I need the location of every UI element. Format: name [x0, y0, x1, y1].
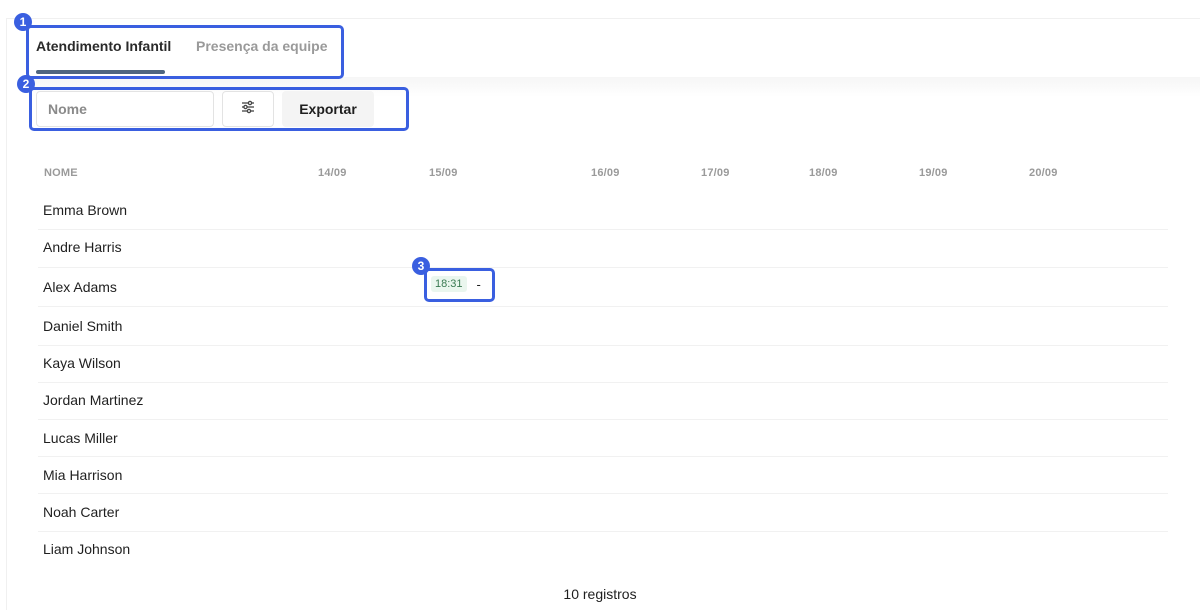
table-row-name[interactable]: Emma Brown: [43, 202, 127, 218]
row-divider: [38, 345, 1168, 346]
column-header-date: 15/09: [429, 167, 458, 179]
table-row-name[interactable]: Lucas Miller: [43, 430, 118, 446]
attendance-cell[interactable]: 18:31 -: [431, 276, 481, 292]
column-header-date: 14/09: [318, 167, 347, 179]
row-divider: [38, 229, 1168, 230]
tab-presenca-equipe[interactable]: Presença da equipe: [196, 38, 328, 54]
column-header-date: 18/09: [809, 167, 838, 179]
table-row-name[interactable]: Alex Adams: [43, 279, 117, 295]
annotation-badge: 1: [14, 13, 32, 31]
record-count: 10 registros: [563, 586, 637, 602]
sliders-icon: [240, 99, 256, 120]
table-row-name[interactable]: Liam Johnson: [43, 541, 130, 557]
row-divider: [38, 419, 1168, 420]
filter-button[interactable]: [222, 91, 274, 127]
table-row-name[interactable]: Noah Carter: [43, 504, 119, 520]
table-row-name[interactable]: Andre Harris: [43, 239, 122, 255]
row-divider: [38, 493, 1168, 494]
tab-atendimento-infantil[interactable]: Atendimento Infantil: [36, 38, 171, 54]
table-row-name[interactable]: Kaya Wilson: [43, 355, 121, 371]
search-input[interactable]: [36, 91, 214, 127]
annotation-badge: 2: [17, 75, 35, 93]
row-divider: [38, 531, 1168, 532]
checkin-time-badge: 18:31: [431, 276, 467, 292]
active-tab-indicator: [36, 70, 165, 74]
table-row-name[interactable]: Jordan Martinez: [43, 392, 143, 408]
table-row-name[interactable]: Mia Harrison: [43, 467, 122, 483]
row-divider: [38, 306, 1168, 307]
export-button[interactable]: Exportar: [282, 91, 374, 127]
column-header-date: 16/09: [591, 167, 620, 179]
column-header-date: 17/09: [701, 167, 730, 179]
row-divider: [38, 456, 1168, 457]
checkout-time: -: [476, 276, 481, 292]
column-header-name[interactable]: NOME: [44, 167, 78, 179]
column-header-date: 19/09: [919, 167, 948, 179]
column-header-date: 20/09: [1029, 167, 1058, 179]
row-divider: [38, 267, 1168, 268]
annotation-badge: 3: [412, 257, 430, 275]
table-row-name[interactable]: Daniel Smith: [43, 318, 122, 334]
row-divider: [38, 382, 1168, 383]
